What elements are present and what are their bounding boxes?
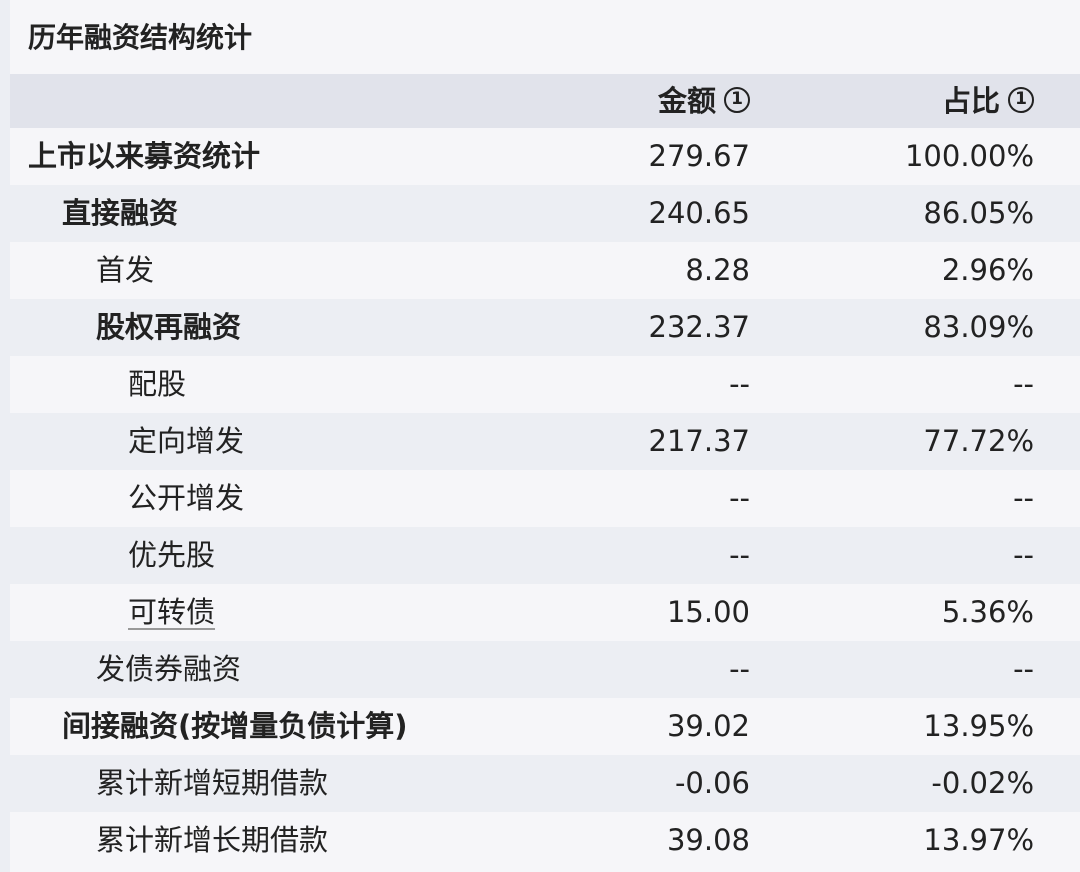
row-amount: 39.02 [666,709,750,743]
row-ratio: 5.36% [941,595,1034,629]
row-label: 直接融资 [62,196,179,230]
row-ratio: 86.05% [923,196,1034,230]
panel-title: 历年融资结构统计 [28,21,253,54]
table-row: 直接融资 240.65 86.05% [10,185,1080,242]
row-label: 发债券融资 [96,652,242,686]
financing-table: 金额 1 占比 1 上市以来募资统计 279.67 100.00% 直接融资 240… [10,74,1080,869]
table-row: 优先股 -- -- [10,527,1080,584]
row-label: 优先股 [128,538,216,572]
table-row: 定向增发 217.37 77.72% [10,413,1080,470]
table-row: 配股 -- -- [10,356,1080,413]
table-row: 股权再融资 232.37 83.09% [10,299,1080,356]
financing-structure-panel: 历年融资结构统计 金额 1 占比 1 上市以来募资统计 279.67 100.00%… [0,0,1080,872]
row-amount: 217.37 [648,424,750,458]
row-ratio: 77.72% [923,424,1034,458]
table-row: 可转债 15.00 5.36% [10,584,1080,641]
panel-left-edge [0,0,10,872]
row-ratio: -- [1013,538,1034,572]
row-label: 定向增发 [128,424,245,458]
table-row: 累计新增短期借款 -0.06 -0.02% [10,755,1080,812]
info-icon[interactable]: 1 [1008,87,1034,113]
row-amount: 279.67 [648,139,750,173]
row-amount: -- [729,652,750,686]
row-amount: 240.65 [648,196,750,230]
table-header: 金额 1 占比 1 [10,74,1080,128]
row-ratio: -- [1013,367,1034,401]
row-ratio: 100.00% [904,139,1034,173]
row-amount: -- [729,538,750,572]
row-label: 累计新增长期借款 [96,823,329,857]
table-row: 公开增发 -- -- [10,470,1080,527]
row-label: 上市以来募资统计 [28,139,261,173]
row-amount: 8.28 [685,253,750,287]
table-row: 累计新增长期借款 39.08 13.97% [10,812,1080,869]
row-amount: 15.00 [666,595,750,629]
row-ratio: -- [1013,652,1034,686]
header-amount-label: 金额 [657,84,716,118]
table-row: 发债券融资 -- -- [10,641,1080,698]
row-ratio: 13.97% [923,823,1034,857]
row-label: 累计新增短期借款 [96,766,329,800]
row-amount: -- [729,481,750,515]
row-amount: 232.37 [648,310,750,344]
row-amount: -0.06 [674,766,750,800]
header-amount: 金额 1 [450,74,750,128]
row-ratio: 2.96% [941,253,1034,287]
row-amount: 39.08 [666,823,750,857]
row-ratio: -0.02% [931,766,1034,800]
header-ratio: 占比 1 [734,74,1034,128]
row-label: 首发 [96,253,155,287]
row-label: 间接融资(按增量负债计算) [62,709,408,743]
row-label: 公开增发 [128,481,245,515]
header-ratio-label: 占比 [941,84,1000,118]
row-label-link[interactable]: 可转债 [128,584,215,641]
row-ratio: 83.09% [923,310,1034,344]
row-ratio: 13.95% [923,709,1034,743]
table-row: 首发 8.28 2.96% [10,242,1080,299]
row-label: 股权再融资 [96,310,242,344]
table-body: 上市以来募资统计 279.67 100.00% 直接融资 240.65 86.0… [10,128,1080,869]
table-row: 间接融资(按增量负债计算) 39.02 13.95% [10,698,1080,755]
row-label: 配股 [128,367,187,401]
row-ratio: -- [1013,481,1034,515]
table-row: 上市以来募资统计 279.67 100.00% [10,128,1080,185]
row-amount: -- [729,367,750,401]
